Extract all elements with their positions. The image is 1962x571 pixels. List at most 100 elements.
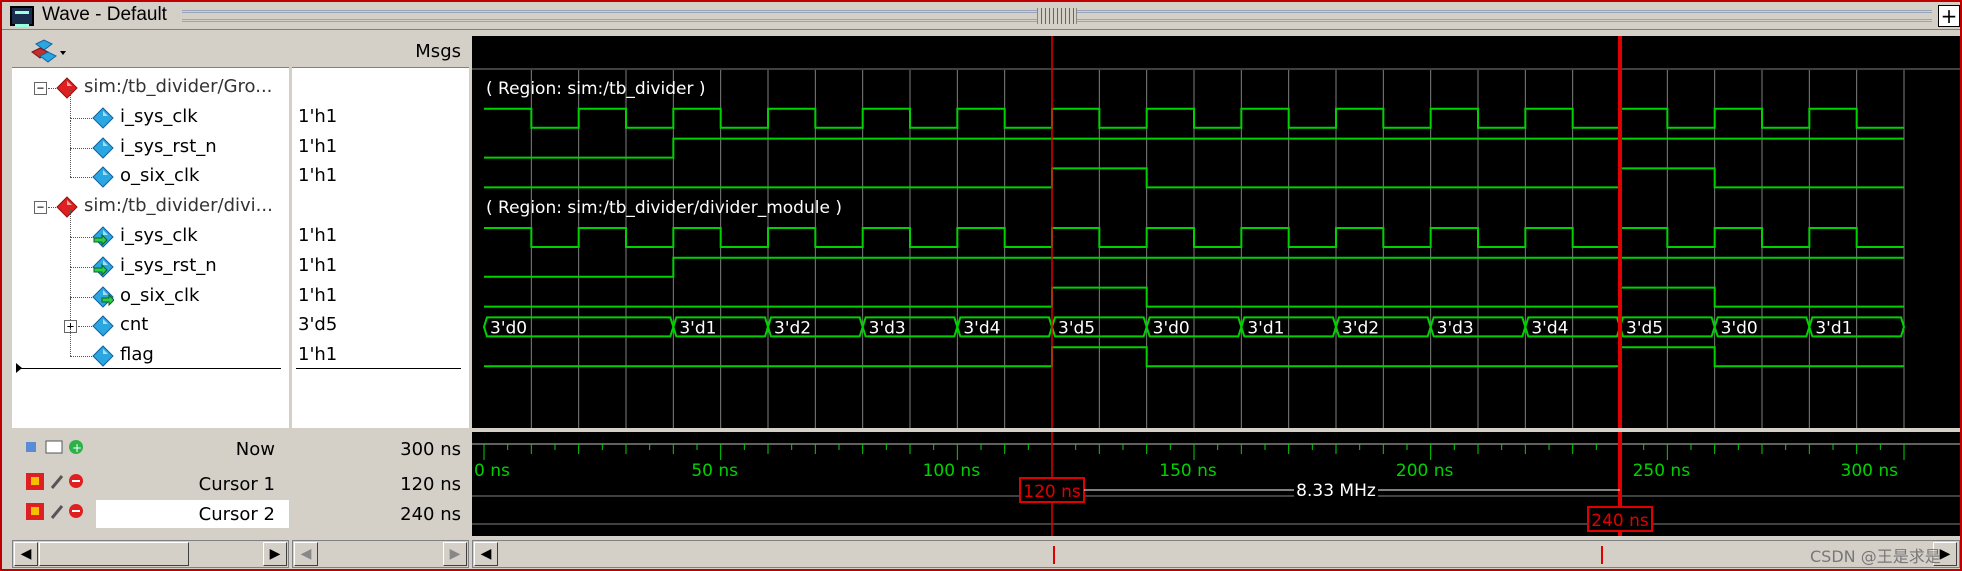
cursor2-value[interactable]: 240 ns — [400, 504, 461, 525]
group-name: sim:/tb_divider/Gro... — [84, 76, 273, 97]
now-value: 300 ns — [400, 439, 461, 460]
sort-dropdown-icon[interactable] — [24, 38, 68, 66]
blue-diamond-icon — [92, 136, 114, 159]
cursor1-label[interactable]: Cursor 1 — [199, 474, 275, 495]
timeline-pane[interactable]: 0 ns 50 ns 100 ns 150 ns 200 ns 250 ns 300 ns 1… — [472, 432, 1960, 536]
signal-row[interactable]: o_six_clk — [12, 268, 289, 311]
signal-row[interactable]: i_sys_rst_n — [12, 119, 289, 162]
tree-line — [70, 119, 71, 148]
scroll-left-button[interactable]: ◀ — [474, 542, 498, 566]
signal-row[interactable]: i_sys_clk — [12, 89, 289, 132]
collapse-toggle[interactable]: − — [34, 82, 47, 95]
blue-diamond-icon — [92, 315, 114, 338]
signal-row[interactable]: flag — [12, 328, 289, 370]
timeline-tick-label: 300 ns — [1841, 461, 1899, 481]
timeline-tick-label: 250 ns — [1633, 461, 1691, 481]
signal-name: i_sys_rst_n — [120, 135, 217, 157]
signal-name: i_sys_clk — [120, 105, 198, 127]
signal-value-row[interactable]: 1'h1 — [292, 223, 469, 251]
wave-scrollbar[interactable]: ◀ ▶ — [472, 540, 1960, 568]
title-bar[interactable]: Wave - Default + — [2, 2, 1960, 30]
signal-value-row[interactable]: 3'd5 — [292, 312, 469, 341]
bus-value: 3'd1 — [1247, 318, 1284, 338]
signal-name: flag — [120, 344, 154, 366]
timeline-tick-label: 50 ns — [691, 461, 738, 481]
tree-line — [70, 117, 94, 119]
signal-value-row[interactable] — [292, 193, 469, 221]
scroll-left-button[interactable]: ◀ — [294, 542, 318, 566]
blue-diamond-icon — [92, 166, 114, 189]
input-diamond-icon — [92, 226, 114, 248]
signal-value-row[interactable]: 1'h1 — [292, 342, 469, 370]
edit-cursor-icon — [45, 440, 63, 454]
signal-name: o_six_clk — [120, 165, 200, 187]
bus-value: 3'd0 — [490, 318, 527, 338]
svg-text:+: + — [72, 441, 82, 455]
cursor2-controls[interactable] — [24, 500, 94, 522]
bus-value: 3'd5 — [1626, 318, 1663, 338]
scroll-left-button[interactable]: ◀ — [14, 542, 38, 566]
timeline-tick-label: 150 ns — [1159, 461, 1217, 481]
signal-value: 1'h1 — [298, 135, 338, 157]
tree-line — [70, 268, 71, 297]
region-label: ( Region: sim:/tb_divider ) — [486, 79, 706, 99]
cursor2-label[interactable]: Cursor 2 — [199, 504, 275, 525]
tree-line — [48, 207, 56, 209]
names-scrollbar[interactable]: ◀ ▶ — [12, 540, 289, 568]
waveform-pane[interactable]: ( Region: sim:/tb_divider ) ( Region: sim… — [472, 36, 1960, 428]
collapse-toggle[interactable]: − — [34, 201, 47, 215]
module-i-sys-clk-wave[interactable] — [484, 227, 1904, 248]
signal-value: 1'h1 — [298, 225, 338, 246]
cursor2-tag-label: 240 ns — [1591, 511, 1649, 531]
signal-value-row[interactable]: 1'h1 — [292, 163, 469, 191]
signal-value: 1'h1 — [298, 284, 338, 306]
timeline-canvas[interactable]: 0 ns 50 ns 100 ns 150 ns 200 ns 250 ns 300 ns 1… — [472, 432, 1960, 536]
selected-row-line — [296, 368, 461, 369]
add-cursor-icon — [26, 442, 36, 452]
waveform-canvas[interactable]: ( Region: sim:/tb_divider ) ( Region: sim… — [472, 36, 1960, 428]
signal-value-row[interactable]: 1'h1 — [292, 283, 469, 311]
blue-diamond-icon — [92, 345, 114, 367]
cursor-delta-label: 8.33 MHz — [1296, 481, 1376, 501]
bus-value: 3'd0 — [1153, 318, 1190, 338]
values-scrollbar[interactable]: ◀ ▶ — [292, 540, 469, 568]
red-diamond-icon — [56, 77, 78, 99]
signal-value-row[interactable] — [292, 74, 469, 102]
cursor1-controls[interactable] — [24, 470, 94, 492]
signal-value: 1'h1 — [298, 254, 338, 276]
insertion-marker-icon — [16, 363, 22, 373]
signal-group-row[interactable]: − sim:/tb_divider/divi... — [12, 193, 289, 221]
bus-value: 3'd3 — [1437, 318, 1474, 338]
signal-row[interactable]: i_sys_rst_n — [12, 238, 289, 281]
signal-value-row[interactable]: 1'h1 — [292, 253, 469, 281]
signal-name: i_sys_clk — [120, 225, 198, 246]
tree-line — [70, 89, 71, 118]
input-diamond-icon — [92, 256, 114, 278]
signal-row[interactable]: + cnt — [12, 298, 289, 341]
tree-line — [70, 209, 71, 237]
region-label: ( Region: sim:/tb_divider/divider_module… — [486, 198, 842, 218]
signal-value-row[interactable]: 1'h1 — [292, 104, 469, 132]
bus-value: 3'd1 — [679, 318, 716, 338]
tree-line — [70, 177, 94, 179]
maximize-button[interactable]: + — [1938, 5, 1960, 27]
i-sys-clk-wave[interactable] — [484, 107, 1904, 129]
scroll-right-button[interactable]: ▶ — [263, 542, 287, 566]
signal-row[interactable]: o_six_clk — [12, 149, 289, 191]
grip-handle[interactable] — [1037, 8, 1077, 24]
cursor-toolbar-icons[interactable]: + — [24, 436, 94, 458]
tree-line — [70, 149, 71, 178]
scroll-thumb[interactable] — [39, 542, 189, 566]
cursor1-value[interactable]: 120 ns — [400, 474, 461, 495]
signal-row[interactable]: i_sys_clk — [12, 209, 289, 251]
signal-value: 1'h1 — [298, 165, 338, 187]
timeline-tick-label: 200 ns — [1396, 461, 1454, 481]
signal-value-row[interactable]: 1'h1 — [292, 134, 469, 162]
tree-line — [70, 356, 94, 358]
bus-value: 3'd2 — [774, 318, 811, 338]
signal-group-row[interactable]: − sim:/tb_divider/Gro... — [12, 74, 289, 102]
signal-value: 3'd5 — [298, 314, 338, 336]
selected-row-line — [16, 368, 281, 369]
tree-line — [70, 296, 94, 298]
scroll-right-button[interactable]: ▶ — [443, 542, 467, 566]
